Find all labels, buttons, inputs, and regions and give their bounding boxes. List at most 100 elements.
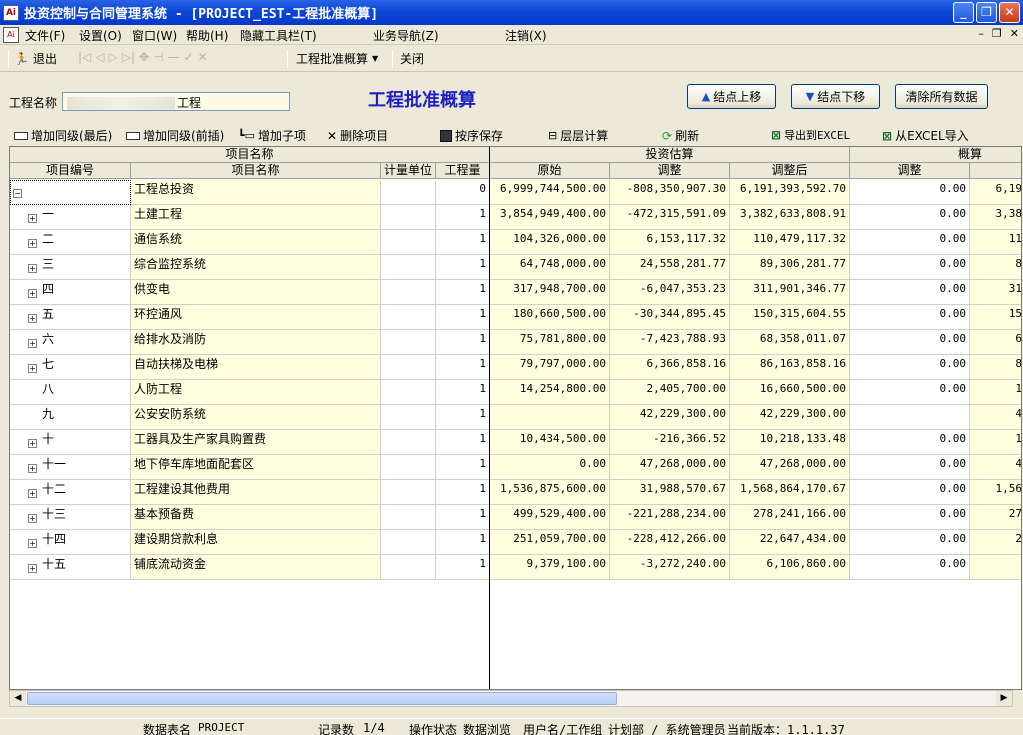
last-record-icon[interactable]: ▷| (122, 50, 135, 64)
cell-orig[interactable]: 1,536,875,600.00 (490, 480, 610, 505)
scroll-left-icon[interactable]: ◀ (10, 691, 26, 706)
estimate-grid[interactable]: 项目名称 投资估算 概算 项目编号 项目名称 计量单位 工程量 原始 调整 调整… (9, 146, 1022, 690)
cell-tail[interactable]: 1 (970, 380, 1021, 405)
table-row[interactable]: 十三 基本预备费 1 499,529,400.00 -221,288,234.00 278… (10, 505, 1021, 530)
cell-unit[interactable] (381, 330, 436, 355)
table-row[interactable]: 十二 工程建设其他费用 1 1,536,875,600.00 31,988,570.67… (10, 480, 1021, 505)
collapse-icon[interactable]: − (13, 189, 22, 198)
col-header-unit[interactable]: 计量单位 (381, 163, 436, 179)
expand-icon[interactable]: + (28, 489, 37, 498)
cell-adj[interactable]: -3,272,240.00 (610, 555, 730, 580)
table-row[interactable]: 六给排水及消防 1 75,781,800.00 -7,423,788.93 68,358… (10, 330, 1021, 355)
cell-name[interactable]: 公安安防系统 (131, 405, 381, 430)
cell-unit[interactable] (381, 405, 436, 430)
cell-name[interactable]: 建设期贷款利息 (131, 530, 381, 555)
col-header-original[interactable]: 原始 (490, 163, 610, 179)
cell-name[interactable]: 土建工程 (131, 205, 381, 230)
cell-after[interactable]: 110,479,117.32 (730, 230, 850, 255)
cell-adj[interactable]: -30,344,895.45 (610, 305, 730, 330)
cell-tail[interactable]: 8 (970, 255, 1021, 280)
delete-item-button[interactable]: ✕ 删除项目 (327, 127, 388, 144)
cell-name[interactable]: 综合监控系统 (131, 255, 381, 280)
move-up-button[interactable]: ▲ 结点上移 (687, 84, 776, 109)
cell-badj[interactable]: 0.00 (850, 380, 970, 405)
cell-adj[interactable]: -221,288,234.00 (610, 505, 730, 530)
add-sibling-before-button[interactable]: 增加同级(前插) (126, 127, 224, 144)
scroll-right-icon[interactable]: ▶ (996, 691, 1012, 706)
close-window-button[interactable]: ✕ (999, 2, 1020, 23)
cell-adj[interactable]: -7,423,788.93 (610, 330, 730, 355)
cell-adj[interactable]: -216,366.52 (610, 430, 730, 455)
cell-adj[interactable]: 6,153,117.32 (610, 230, 730, 255)
cell-orig[interactable] (490, 405, 610, 430)
cell-code[interactable]: 九 (10, 405, 131, 430)
cell-qty[interactable]: 1 (436, 480, 490, 505)
expand-icon[interactable]: + (28, 264, 37, 273)
post-record-icon[interactable]: ✓ (184, 50, 194, 64)
cell-unit[interactable] (381, 555, 436, 580)
cell-unit[interactable] (381, 430, 436, 455)
cell-name[interactable]: 给排水及消防 (131, 330, 381, 355)
cell-adj[interactable]: 47,268,000.00 (610, 455, 730, 480)
cell-after[interactable]: 10,218,133.48 (730, 430, 850, 455)
cell-qty[interactable]: 1 (436, 305, 490, 330)
cell-qty[interactable]: 1 (436, 330, 490, 355)
menu-logout[interactable]: 注销(X) (505, 27, 547, 44)
col-header-code[interactable]: 项目编号 (10, 163, 131, 179)
prev-record-icon[interactable]: ◁ (95, 50, 104, 64)
table-row[interactable]: 八人防工程 1 14,254,800.00 2,405,700.00 16,660,50… (10, 380, 1021, 405)
cell-tail[interactable]: 31 (970, 280, 1021, 305)
table-row[interactable]: 七自动扶梯及电梯 1 79,797,000.00 6,366,858.16 86,163… (10, 355, 1021, 380)
table-row[interactable]: 三综合监控系统 1 64,748,000.00 24,558,281.77 89,306… (10, 255, 1021, 280)
cell-name[interactable]: 人防工程 (131, 380, 381, 405)
cell-name[interactable]: 工程建设其他费用 (131, 480, 381, 505)
cell-orig[interactable]: 79,797,000.00 (490, 355, 610, 380)
expand-icon[interactable]: + (28, 314, 37, 323)
cell-tail[interactable] (970, 555, 1021, 580)
cell-qty[interactable]: 1 (436, 555, 490, 580)
cell-tail[interactable]: 6,19 (970, 180, 1021, 205)
edit-record-icon[interactable]: ⊣ (153, 50, 163, 64)
cell-qty[interactable]: 1 (436, 355, 490, 380)
cell-qty[interactable]: 1 (436, 230, 490, 255)
menu-file[interactable]: 文件(F) (25, 27, 65, 44)
cell-after[interactable]: 42,229,300.00 (730, 405, 850, 430)
menu-settings[interactable]: 设置(O) (79, 27, 122, 44)
cell-unit[interactable] (381, 355, 436, 380)
table-row[interactable]: 工程总投资 0 6,999,744,500.00 -808,350,907.30 6,1… (10, 180, 1021, 205)
cell-tail[interactable]: 15 (970, 305, 1021, 330)
cell-after[interactable]: 86,163,858.16 (730, 355, 850, 380)
cell-name[interactable]: 铺底流动资金 (131, 555, 381, 580)
cell-badj[interactable]: 0.00 (850, 455, 970, 480)
cell-tail[interactable]: 6 (970, 330, 1021, 355)
cell-unit[interactable] (381, 455, 436, 480)
cell-adj[interactable]: 6,366,858.16 (610, 355, 730, 380)
cell-badj[interactable]: 0.00 (850, 355, 970, 380)
table-row[interactable]: 十五 铺底流动资金 1 9,379,100.00 -3,272,240.00 6,106,… (10, 555, 1021, 580)
cell-adj[interactable]: 24,558,281.77 (610, 255, 730, 280)
cell-badj[interactable]: 0.00 (850, 330, 970, 355)
cell-after[interactable]: 47,268,000.00 (730, 455, 850, 480)
menu-hide-toolbar[interactable]: 隐藏工具栏(T) (240, 27, 317, 44)
cell-after[interactable]: 89,306,281.77 (730, 255, 850, 280)
cell-after[interactable]: 6,106,860.00 (730, 555, 850, 580)
menu-window[interactable]: 窗口(W) (132, 27, 177, 44)
cell-qty[interactable]: 1 (436, 530, 490, 555)
cell-badj[interactable]: 0.00 (850, 180, 970, 205)
cell-after[interactable]: 16,660,500.00 (730, 380, 850, 405)
cell-code[interactable]: 八 (10, 380, 131, 405)
cell-orig[interactable]: 104,326,000.00 (490, 230, 610, 255)
exit-button[interactable]: 🏃 退出 (14, 50, 57, 67)
cell-adj[interactable]: -808,350,907.30 (610, 180, 730, 205)
cell-tail[interactable]: 2 (970, 530, 1021, 555)
cell-name[interactable]: 地下停车库地面配套区 (131, 455, 381, 480)
cell-tail[interactable]: 8 (970, 355, 1021, 380)
table-row[interactable]: 五环控通风 1 180,660,500.00 -30,344,895.45 150,31… (10, 305, 1021, 330)
insert-record-icon[interactable]: ✥ (139, 50, 149, 64)
cell-after[interactable]: 1,568,864,170.67 (730, 480, 850, 505)
import-excel-button[interactable]: ⊠ 从EXCEL导入 (882, 127, 969, 144)
expand-icon[interactable]: + (28, 439, 37, 448)
cell-orig[interactable]: 75,781,800.00 (490, 330, 610, 355)
refresh-button[interactable]: ⟳ 刷新 (662, 127, 699, 144)
table-row[interactable]: 十一 地下停车库地面配套区 1 0.00 47,268,000.00 47,268,000… (10, 455, 1021, 480)
